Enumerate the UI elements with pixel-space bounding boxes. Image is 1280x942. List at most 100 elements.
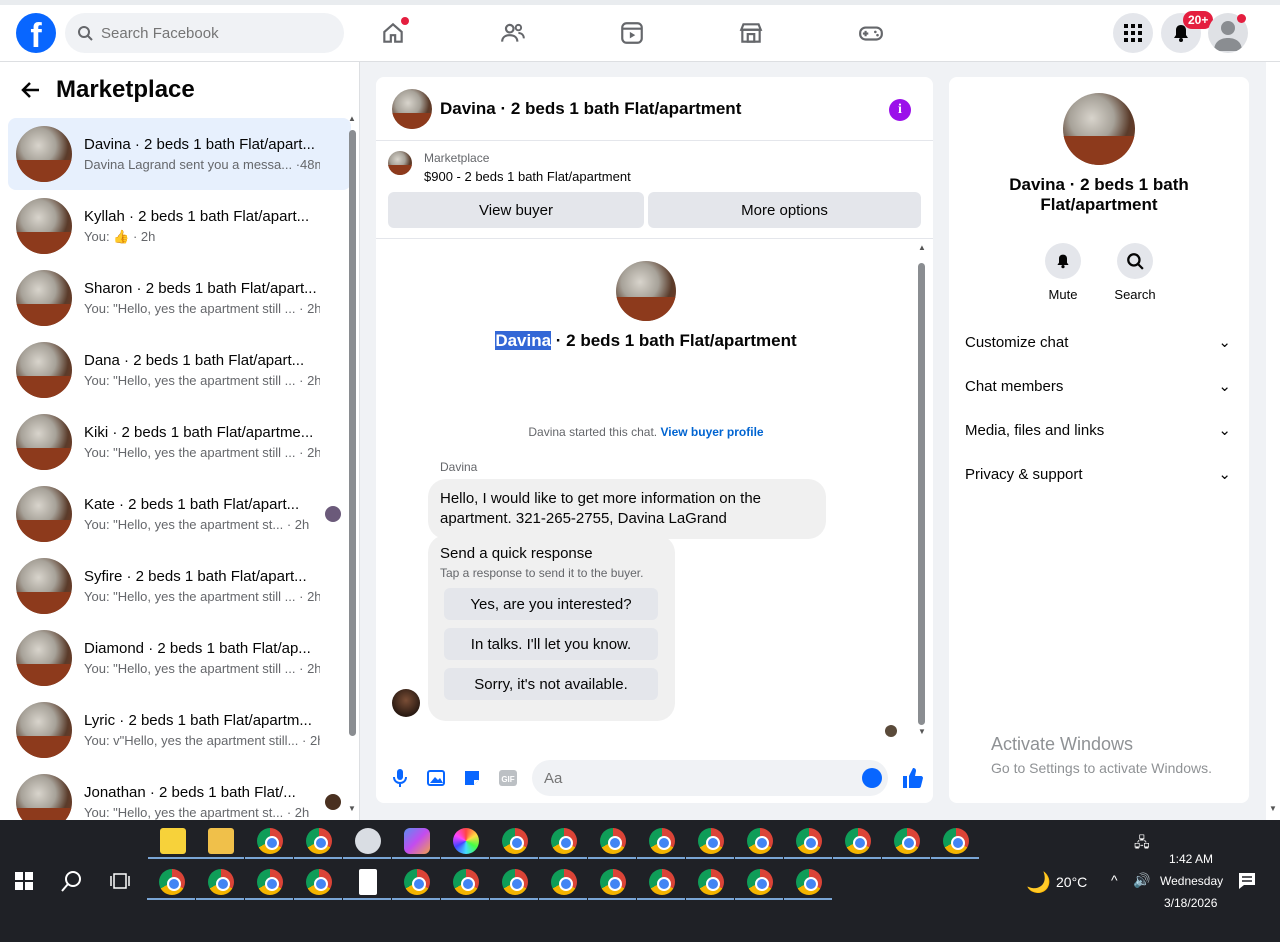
app-icon[interactable] <box>355 828 381 854</box>
scroll-up-arrow-icon[interactable]: ▲ <box>348 114 356 123</box>
conversation-item[interactable]: Dana · 2 beds 1 bath Flat/apart... You: "… <box>8 334 351 406</box>
media-files-links-section[interactable]: Media, files and links ⌄ <box>949 408 1249 452</box>
emoji-icon[interactable] <box>862 768 882 788</box>
chat-scroll-up-icon[interactable]: ▲ <box>918 243 926 252</box>
chrome-browser-icon[interactable] <box>600 828 626 854</box>
chat-scrollbar-thumb[interactable] <box>918 263 925 725</box>
message-input-box[interactable] <box>532 760 888 796</box>
conversation-item[interactable]: Sharon · 2 beds 1 bath Flat/apart... You:… <box>8 262 351 334</box>
chrome-browser-icon[interactable] <box>257 828 283 854</box>
details-thumbnail[interactable] <box>1063 93 1135 165</box>
gaming-icon[interactable] <box>853 15 889 51</box>
chat-members-section[interactable]: Chat members ⌄ <box>949 364 1249 408</box>
thumbs-up-icon[interactable] <box>900 766 924 790</box>
conversation-list-scrollbar[interactable]: ▲ ▼ <box>347 112 357 813</box>
sender-avatar[interactable] <box>392 689 420 717</box>
chrome-browser-icon[interactable] <box>600 869 626 895</box>
file-explorer-icon[interactable] <box>208 828 234 854</box>
notifications-bell-icon[interactable]: 20+ <box>1161 11 1214 53</box>
document-icon[interactable] <box>359 869 377 895</box>
mute-button[interactable]: Mute <box>1045 243 1081 302</box>
privacy-support-section[interactable]: Privacy & support ⌄ <box>949 452 1249 496</box>
chrome-browser-icon[interactable] <box>257 869 283 895</box>
page-scrollbar[interactable]: ▼ <box>1266 62 1280 820</box>
chrome-browser-icon[interactable] <box>159 869 185 895</box>
chrome-browser-icon[interactable] <box>747 828 773 854</box>
chrome-browser-icon[interactable] <box>649 828 675 854</box>
clock-day[interactable]: Wednesday <box>1160 874 1223 888</box>
message-input[interactable] <box>544 769 844 787</box>
conversation-item[interactable]: Diamond · 2 beds 1 bath Flat/ap... You: "… <box>8 622 351 694</box>
sticker-icon[interactable] <box>460 766 484 790</box>
customize-chat-section[interactable]: Customize chat ⌄ <box>949 320 1249 364</box>
conversation-item[interactable]: Kiki · 2 beds 1 bath Flat/apartme... You:… <box>8 406 351 478</box>
conversation-item[interactable]: Davina · 2 beds 1 bath Flat/apart... Davi… <box>8 118 351 190</box>
clock-date[interactable]: 3/18/2026 <box>1164 896 1217 910</box>
sticky-notes-icon[interactable] <box>160 828 186 854</box>
listing-thumbnail[interactable] <box>392 88 432 129</box>
chrome-browser-icon[interactable] <box>747 869 773 895</box>
chrome-browser-icon[interactable] <box>551 828 577 854</box>
listing-small-thumbnail[interactable] <box>388 151 412 175</box>
chrome-browser-icon[interactable] <box>698 828 724 854</box>
photo-icon[interactable] <box>424 766 448 790</box>
view-buyer-profile-link[interactable]: View buyer profile <box>660 425 763 439</box>
home-icon[interactable] <box>375 15 411 51</box>
chrome-browser-icon[interactable] <box>306 828 332 854</box>
message-bubble[interactable]: Hello, I would like to get more informat… <box>428 479 826 539</box>
chrome-browser-icon[interactable] <box>943 828 969 854</box>
scrollbar-thumb[interactable] <box>349 130 356 736</box>
search-conversation-button[interactable]: Search <box>1114 243 1156 302</box>
microphone-icon[interactable] <box>388 766 412 790</box>
facebook-logo-icon[interactable]: f <box>16 13 56 53</box>
view-buyer-button[interactable]: View buyer <box>388 192 644 228</box>
chrome-browser-icon[interactable] <box>894 828 920 854</box>
chrome-browser-icon[interactable] <box>502 869 528 895</box>
quick-reply-interested-button[interactable]: Yes, are you interested? <box>444 588 658 620</box>
chat-scroll-down-icon[interactable]: ▼ <box>918 727 926 736</box>
color-app-icon[interactable] <box>453 828 479 854</box>
chrome-browser-icon[interactable] <box>404 869 430 895</box>
weather-temperature[interactable]: 20°C <box>1056 874 1087 890</box>
search-input[interactable] <box>101 24 321 42</box>
clock-time[interactable]: 1:42 AM <box>1169 852 1213 866</box>
task-view-icon[interactable] <box>110 871 130 891</box>
chrome-browser-icon[interactable] <box>796 828 822 854</box>
notification-center-icon[interactable] <box>1238 872 1256 890</box>
chrome-browser-icon[interactable] <box>551 869 577 895</box>
windows-start-icon[interactable] <box>15 872 33 890</box>
search-icon[interactable] <box>1117 243 1153 279</box>
show-hidden-icons-icon[interactable]: ^ <box>1111 872 1118 888</box>
conversation-item[interactable]: Kate · 2 beds 1 bath Flat/apart... You: "… <box>8 478 351 550</box>
video-icon[interactable] <box>614 15 650 51</box>
chrome-browser-icon[interactable] <box>845 828 871 854</box>
chrome-browser-icon[interactable] <box>306 869 332 895</box>
chrome-browser-icon[interactable] <box>208 869 234 895</box>
menu-grid-icon[interactable] <box>1113 13 1153 53</box>
chat-scrollbar[interactable]: ▲ ▼ <box>915 239 929 736</box>
chrome-browser-icon[interactable] <box>649 869 675 895</box>
volume-icon[interactable]: 🔊 <box>1133 872 1150 889</box>
conversation-item[interactable]: Kyllah · 2 beds 1 bath Flat/apart... You:… <box>8 190 351 262</box>
quick-reply-not-available-button[interactable]: Sorry, it's not available. <box>444 668 658 700</box>
taskbar-search-icon[interactable] <box>61 870 83 892</box>
conversation-item[interactable]: Lyric · 2 beds 1 bath Flat/apartm... You:… <box>8 694 351 766</box>
listing-price[interactable]: $900 - 2 beds 1 bath Flat/apartment <box>424 169 631 184</box>
scroll-down-arrow-icon[interactable]: ▼ <box>348 804 356 813</box>
mute-bell-icon[interactable] <box>1045 243 1081 279</box>
conversation-item[interactable]: Syfire · 2 beds 1 bath Flat/apart... You:… <box>8 550 351 622</box>
chrome-browser-icon[interactable] <box>453 869 479 895</box>
network-icon[interactable]: 🖧 <box>1134 832 1150 856</box>
back-arrow-icon[interactable] <box>20 79 42 101</box>
page-scroll-down-icon[interactable]: ▼ <box>1269 804 1277 813</box>
friends-icon[interactable] <box>495 15 531 51</box>
marketplace-icon[interactable] <box>733 15 769 51</box>
info-icon[interactable]: i <box>889 99 911 121</box>
copilot-icon[interactable] <box>404 828 430 854</box>
quick-reply-in-talks-button[interactable]: In talks. I'll let you know. <box>444 628 658 660</box>
chat-title[interactable]: Davina · 2 beds 1 bath Flat/apartment <box>440 99 741 119</box>
search-box[interactable] <box>65 13 344 53</box>
gif-icon[interactable]: GIF <box>496 766 520 790</box>
chrome-browser-icon[interactable] <box>698 869 724 895</box>
chrome-browser-icon[interactable] <box>796 869 822 895</box>
